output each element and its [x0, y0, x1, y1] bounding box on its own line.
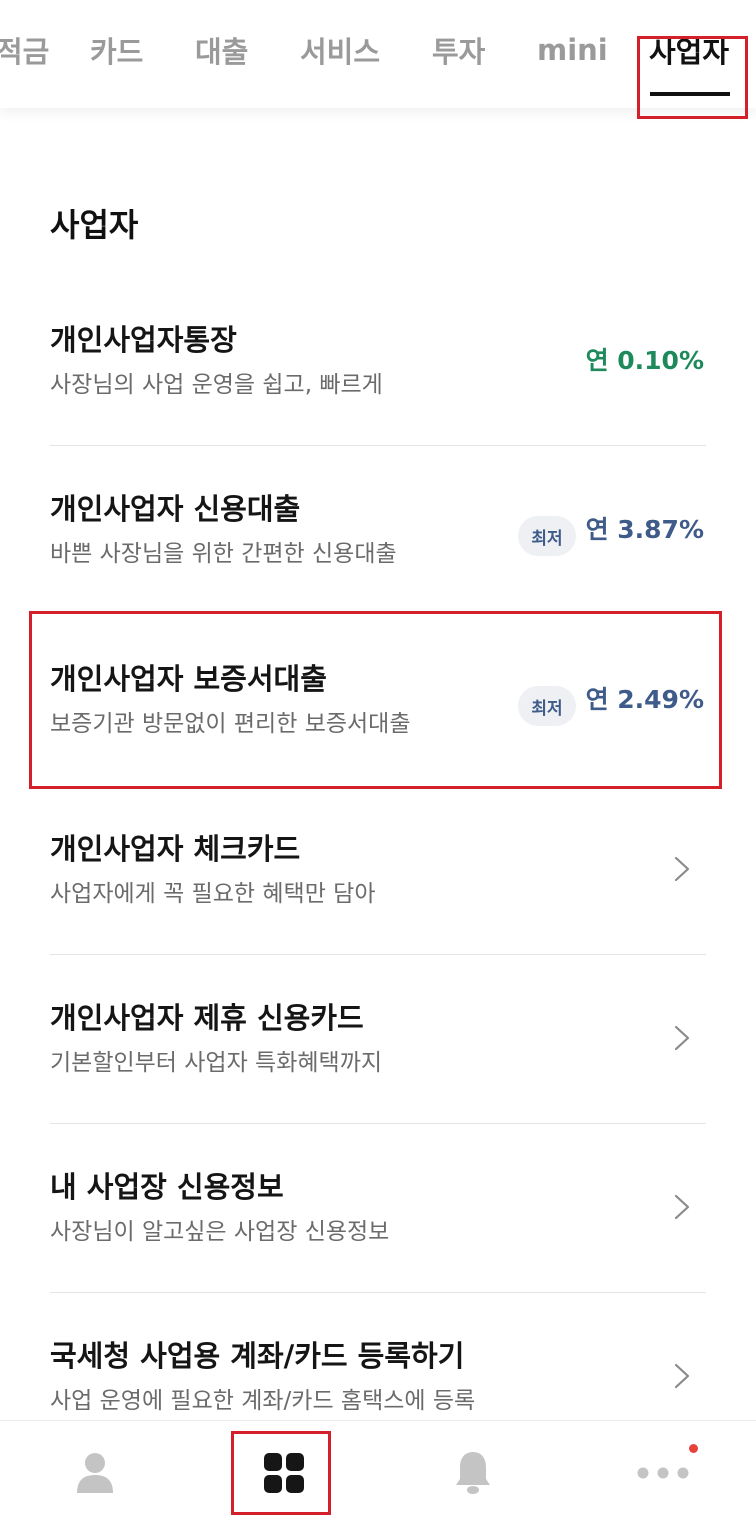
- item-subtitle: 사업자에게 꼭 필요한 혜택만 담아: [50, 881, 376, 907]
- item-title: 개인사업자 체크카드: [50, 832, 301, 866]
- item-subtitle: 바쁜 사장님을 위한 간편한 신용대출: [50, 541, 397, 567]
- rate-label: 연 0.10%: [585, 346, 704, 375]
- item-title: 개인사업자 신용대출: [50, 492, 301, 526]
- tab-savings[interactable]: 적금: [0, 29, 49, 71]
- tab-service[interactable]: 서비스: [300, 29, 380, 71]
- item-subtitle: 사장님이 알고싶은 사업장 신용정보: [50, 1219, 390, 1245]
- section-title: 사업자: [50, 206, 139, 244]
- tab-loan[interactable]: 대출: [195, 29, 248, 71]
- list-item-business-credit-info[interactable]: 내 사업장 신용정보 사장님이 알고싶은 사업장 신용정보: [50, 1124, 706, 1293]
- highlight-box-item: [29, 611, 722, 789]
- item-title: 개인사업자 제휴 신용카드: [50, 1001, 364, 1035]
- tab-invest[interactable]: 투자: [432, 29, 485, 71]
- lowest-badge: 최저: [518, 516, 576, 556]
- notification-dot: [689, 1444, 698, 1453]
- chevron-right-icon: [674, 1025, 690, 1051]
- rate-label: 연 3.87%: [585, 515, 704, 544]
- bell-icon: [456, 1452, 490, 1494]
- item-title: 내 사업장 신용정보: [50, 1170, 284, 1204]
- item-title: 개인사업자통장: [50, 323, 237, 357]
- more-icon: [637, 1467, 689, 1479]
- highlight-box-nav: [231, 1431, 331, 1515]
- tab-mini[interactable]: mini: [537, 33, 608, 67]
- chevron-right-icon: [674, 1363, 690, 1389]
- nav-notification-button[interactable]: [428, 1421, 518, 1525]
- item-subtitle: 사장님의 사업 운영을 쉽고, 빠르게: [50, 372, 383, 398]
- nav-more-button[interactable]: [618, 1421, 708, 1525]
- nav-my-button[interactable]: [50, 1421, 140, 1525]
- list-item-partner-credit-card[interactable]: 개인사업자 제휴 신용카드 기본할인부터 사업자 특화혜택까지: [50, 955, 706, 1124]
- item-subtitle: 기본할인부터 사업자 특화혜택까지: [50, 1050, 383, 1076]
- chevron-right-icon: [674, 1194, 690, 1220]
- item-subtitle: 사업 운영에 필요한 계좌/카드 홈택스에 등록: [50, 1388, 476, 1414]
- list-item-check-card[interactable]: 개인사업자 체크카드 사업자에게 꼭 필요한 혜택만 담아: [50, 786, 706, 955]
- bottom-navigation: [0, 1420, 756, 1525]
- item-title: 국세청 사업용 계좌/카드 등록하기: [50, 1339, 465, 1373]
- list-item-credit-loan[interactable]: 개인사업자 신용대출 바쁜 사장님을 위한 간편한 신용대출 최저 연 3.87…: [50, 446, 706, 615]
- person-icon: [77, 1453, 113, 1493]
- highlight-box-tab: [637, 36, 748, 119]
- list-item-business-account[interactable]: 개인사업자통장 사장님의 사업 운영을 쉽고, 빠르게 연 0.10%: [50, 277, 706, 446]
- tab-card[interactable]: 카드: [90, 29, 143, 71]
- chevron-right-icon: [674, 856, 690, 882]
